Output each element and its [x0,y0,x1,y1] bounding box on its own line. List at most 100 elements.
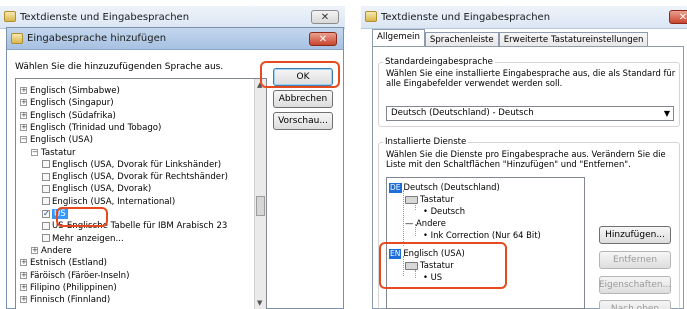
tree-item[interactable]: US-Englische Tabelle für IBM Arabisch 23 [42,220,227,232]
tree-item[interactable]: − Englisch (USA) [20,134,93,146]
move-up-button[interactable]: Nach oben [599,300,671,309]
expand-icon[interactable]: + [20,283,27,291]
tab-general[interactable]: Allgemein [372,29,425,47]
keyboard-icon [405,261,418,270]
tree-item-label: Englisch (Singapur) [30,98,114,109]
tree-item-label: Finnisch (Finnland) [30,295,111,306]
tree-item[interactable]: ✓ US [42,208,68,220]
scroll-thumb[interactable] [256,196,265,216]
tab-language-bar[interactable]: Sprachenleiste [424,32,499,47]
properties-button[interactable]: Eigenschaften... [599,276,671,294]
expand-icon[interactable]: + [20,87,27,94]
service-keyboard-deutsch[interactable]: • Deutsch [423,206,465,217]
expand-icon[interactable]: + [20,99,27,107]
right-window: Textdienste und Eingabesprachen ✕ Allgem… [361,0,687,309]
tree-item-label: Englisch (Südafrika) [30,110,116,121]
expand-icon[interactable]: + [20,111,27,119]
left-window-title: Textdienste und Eingabesprachen [20,11,190,23]
tree-item-label: Englisch (Trinidad und Tobago) [30,122,162,133]
tree-item[interactable]: Englisch (USA, Dvorak für Rechtshänder) [42,171,228,183]
tree-item-label: Mehr anzeigen... [52,233,124,244]
tree-item-label: US [52,209,68,219]
tree-checkbox[interactable] [42,197,50,206]
language-tree[interactable]: ▲ ▼ + Englisch (Simbabwe) + Englisch (Singa… [15,78,267,309]
tree-item-label: Filipino (Philippinen) [30,282,117,293]
service-keyboard-us[interactable]: • US [423,272,442,283]
service-other-de[interactable]: — Andere [405,218,446,229]
installed-services-description: Wählen Sie die Dienste pro Eingabesprach… [386,149,666,169]
left-window-titlebar: Textdienste und Eingabesprachen ✕ [0,6,345,29]
ok-button[interactable]: OK [273,68,333,86]
collapse-icon[interactable]: − [31,148,38,156]
tree-item[interactable]: + Englisch (Südafrika) [20,110,116,122]
expand-icon[interactable]: + [20,271,27,279]
tree-item[interactable]: + Englisch (Singapur) [20,97,114,109]
add-language-prompt: Wählen Sie die hinzuzufügenden Sprache a… [15,62,224,72]
service-keyboard-de[interactable]: Tastatur [405,194,454,205]
tab-advanced-keyboard[interactable]: Erweiterte Tastatureinstellungen [498,32,649,47]
installed-services-title: Installierte Dienste [383,137,469,147]
tree-item[interactable]: + Estnisch (Estland) [20,257,107,269]
add-language-titlebar: Eingabesprache hinzufügen ✕ [7,28,343,50]
tree-checkbox[interactable]: ✓ [42,209,50,218]
service-lang-de[interactable]: DE Deutsch (Deutschland) [389,182,500,193]
tree-checkbox[interactable] [42,184,50,193]
tree-item[interactable]: + Finnisch (Finnland) [20,294,110,306]
remove-service-button[interactable]: Entfernen [599,251,671,269]
tree-item-label: US-Englische Tabelle für IBM Arabisch 23 [52,221,228,232]
add-service-button[interactable]: Hinzufügen... [599,226,671,244]
left-window: Textdienste und Eingabesprachen ✕ Eingab… [0,0,345,309]
expand-icon[interactable]: + [20,296,27,304]
chevron-down-icon[interactable]: ▼ [664,107,670,120]
language-app-icon [4,11,16,22]
tree-item[interactable]: Mehr anzeigen... [42,233,124,245]
add-input-language-dialog: Eingabesprache hinzufügen ✕ Wählen Sie d… [6,27,344,309]
preview-button[interactable]: Vorschau... [273,112,333,130]
add-language-close-button[interactable]: ✕ [309,32,337,46]
tree-item[interactable]: + Filipino (Philippinen) [20,282,117,294]
scroll-up-icon[interactable]: ▲ [257,81,262,89]
expand-icon[interactable]: + [20,123,27,131]
tree-checkbox[interactable] [42,221,50,230]
tree-item[interactable]: Englisch (USA, Dvorak) [42,183,151,195]
service-lang-en[interactable]: EN Englisch (USA) [389,248,465,259]
tree-item[interactable]: + Englisch (Simbabwe) [20,85,120,97]
expand-icon[interactable]: + [20,259,27,267]
tree-item-label: Englisch (Simbabwe) [30,86,120,96]
tree-item-label: Estnisch (Estland) [30,258,108,269]
right-window-title: Textdienste und Eingabesprachen [381,11,551,23]
tree-item-label: Färöisch (Färöer-Inseln) [30,270,130,281]
lang-badge-de: DE [389,183,402,193]
collapse-icon[interactable]: − [20,136,27,144]
tree-item[interactable]: − Tastatur [31,147,76,159]
tree-item[interactable]: + Andere [31,245,72,257]
tree-item-label: Englisch (USA, Dvorak) [52,184,152,195]
service-ink-correction[interactable]: • Ink Correction (Nur 64 Bit) [423,230,541,241]
right-window-titlebar: Textdienste und Eingabesprachen ✕ [361,6,687,29]
language-dialog-icon [11,33,23,44]
tree-checkbox[interactable] [42,172,50,181]
tree-checkbox[interactable] [42,234,50,243]
tree-item-label: Englisch (USA, International) [52,196,176,207]
tree-item-label: Englisch (USA, Dvorak für Rechtshänder) [52,172,228,183]
installed-services-list[interactable]: DE Deutsch (Deutschland) Tastatur • Deuts… [386,177,585,309]
right-window-close-button[interactable]: ✕ [669,10,687,24]
expand-icon[interactable]: + [31,246,38,254]
keyboard-icon [405,195,418,204]
service-keyboard-en[interactable]: Tastatur [405,260,454,271]
cancel-button[interactable]: Abbrechen [273,90,333,108]
tree-item[interactable]: + Färöisch (Färöer-Inseln) [20,270,129,282]
left-window-close-button[interactable]: ✕ [311,10,339,24]
tree-checkbox[interactable] [42,160,50,169]
tree-item[interactable]: + Englisch (Trinidad und Tobago) [20,122,161,134]
default-language-description: Wählen Sie eine installierte Eingabespra… [386,68,676,88]
tab-bar: Allgemein Sprachenleiste Erweiterte Tast… [372,29,649,47]
tree-scrollbar[interactable]: ▲ ▼ [254,79,266,309]
language-app-icon [365,11,377,22]
lang-badge-en: EN [389,249,402,259]
tree-item[interactable]: Englisch (USA, International) [42,196,175,208]
scroll-down-icon[interactable]: ▼ [257,299,262,307]
tree-item[interactable]: Englisch (USA, Dvorak für Linkshänder) [42,159,221,171]
add-language-title: Eingabesprache hinzufügen [27,33,167,44]
default-language-select[interactable]: Deutsch (Deutschland) - Deutsch ▼ [386,106,674,121]
